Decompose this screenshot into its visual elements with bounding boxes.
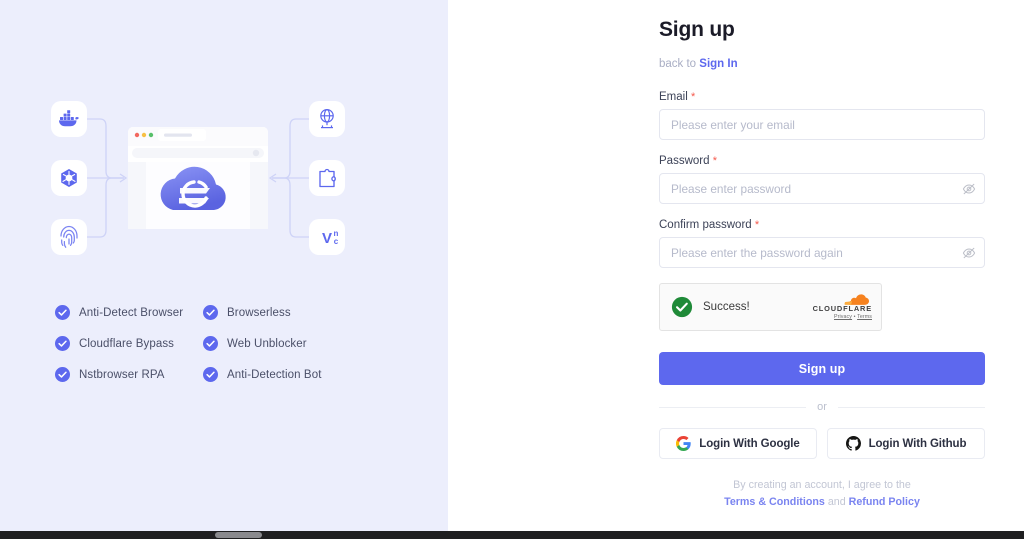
email-label-text: Email <box>659 91 688 103</box>
google-login-label: Login With Google <box>699 437 800 450</box>
signup-form: Sign up back to Sign In Email * Password… <box>659 18 985 510</box>
check-circle-icon <box>55 336 70 351</box>
feature-item: Anti-Detection Bot <box>203 367 351 382</box>
feature-item: Web Unblocker <box>203 336 351 351</box>
required-asterisk: * <box>754 219 760 231</box>
captcha-privacy-link[interactable]: Privacy <box>834 314 852 320</box>
confirm-password-label: Confirm password * <box>659 219 985 231</box>
confirm-password-input[interactable] <box>659 237 985 268</box>
puzzle-plugin-icon <box>309 160 345 196</box>
marketing-panel: V n c Anti-Detect Browser Browserless Cl… <box>0 0 448 531</box>
feature-item: Cloudflare Bypass <box>55 336 203 351</box>
check-circle-icon <box>203 336 218 351</box>
captcha-terms-link[interactable]: Terms <box>857 314 872 320</box>
check-circle-icon <box>55 367 70 382</box>
confirm-password-input-shell <box>659 237 985 268</box>
cloudflare-branding: CLOUDFLARE Privacy • Terms <box>813 294 872 320</box>
github-login-button[interactable]: Login With Github <box>827 428 985 459</box>
refund-policy-link[interactable]: Refund Policy <box>849 496 920 508</box>
password-label-text: Password <box>659 155 710 167</box>
docker-icon <box>51 101 87 137</box>
password-label: Password * <box>659 155 985 167</box>
google-login-button[interactable]: Login With Google <box>659 428 817 459</box>
divider-line-left <box>659 406 807 408</box>
legal-text: By creating an account, I agree to the T… <box>659 477 985 510</box>
kubernetes-icon <box>51 160 87 196</box>
scrollbar-thumb[interactable] <box>215 532 262 538</box>
green-check-circle-icon <box>671 296 693 318</box>
divider-label: or <box>817 401 827 413</box>
check-circle-icon <box>203 367 218 382</box>
feature-label: Cloudflare Bypass <box>79 337 175 350</box>
legal-and-text: and <box>824 495 849 508</box>
cloudflare-wordmark: CLOUDFLARE <box>812 303 872 313</box>
svg-text:V: V <box>322 230 332 247</box>
vnc-icon: V n c <box>309 219 345 255</box>
nstbrowser-architecture-illustration: V n c <box>48 88 348 268</box>
or-divider: or <box>659 401 985 413</box>
fingerprint-icon <box>51 219 87 255</box>
back-to-signin-row: back to Sign In <box>659 58 985 70</box>
email-input-shell <box>659 109 985 140</box>
divider-line-right <box>837 406 985 408</box>
illustration-svg: V n c <box>51 101 345 255</box>
required-asterisk: * <box>690 91 696 103</box>
signup-submit-button[interactable]: Sign up <box>659 352 985 385</box>
feature-item: Browserless <box>203 305 351 320</box>
page-title: Sign up <box>659 18 735 41</box>
signup-page: V n c Anti-Detect Browser Browserless Cl… <box>0 0 1024 539</box>
legal-line-2: Terms & Conditions and Refund Policy <box>659 494 985 511</box>
browser-window-mockup <box>128 127 268 229</box>
feature-item: Nstbrowser RPA <box>55 367 203 382</box>
password-input[interactable] <box>659 173 985 204</box>
svg-text:c: c <box>334 237 339 246</box>
legal-line-1: By creating an account, I agree to the <box>733 479 911 491</box>
eye-off-icon[interactable] <box>962 246 976 260</box>
feature-label: Anti-Detect Browser <box>79 306 184 319</box>
horizontal-scrollbar[interactable] <box>0 531 1024 539</box>
check-circle-icon <box>203 305 218 320</box>
feature-label: Anti-Detection Bot <box>227 368 322 381</box>
confirm-password-label-text: Confirm password <box>659 219 752 231</box>
email-input[interactable] <box>659 109 985 140</box>
github-mark-icon <box>845 436 861 451</box>
captcha-status-text: Success! <box>703 301 750 313</box>
email-label: Email * <box>659 91 985 103</box>
google-g-icon <box>676 436 691 451</box>
globe-network-icon <box>309 101 345 137</box>
feature-list: Anti-Detect Browser Browserless Cloudfla… <box>55 305 395 382</box>
check-circle-icon <box>55 305 70 320</box>
back-prefix-text: back to <box>659 58 700 70</box>
social-login-row: Login With Google Login With Github <box>659 428 985 459</box>
feature-item: Anti-Detect Browser <box>55 305 203 320</box>
terms-conditions-link[interactable]: Terms & Conditions <box>724 496 825 508</box>
captcha-legal-links: Privacy • Terms <box>834 314 872 320</box>
feature-label: Nstbrowser RPA <box>79 368 165 381</box>
signin-link[interactable]: Sign In <box>699 58 737 70</box>
eye-off-icon[interactable] <box>962 182 976 196</box>
cloudflare-turnstile-widget[interactable]: Success! CLOUDFLARE Privacy • Terms <box>659 283 882 331</box>
signup-form-panel: Sign up back to Sign In Email * Password… <box>448 0 1024 531</box>
required-asterisk: * <box>712 155 717 167</box>
github-login-label: Login With Github <box>868 437 967 450</box>
feature-label: Browserless <box>227 306 291 319</box>
feature-label: Web Unblocker <box>227 337 307 350</box>
password-input-shell <box>659 173 985 204</box>
